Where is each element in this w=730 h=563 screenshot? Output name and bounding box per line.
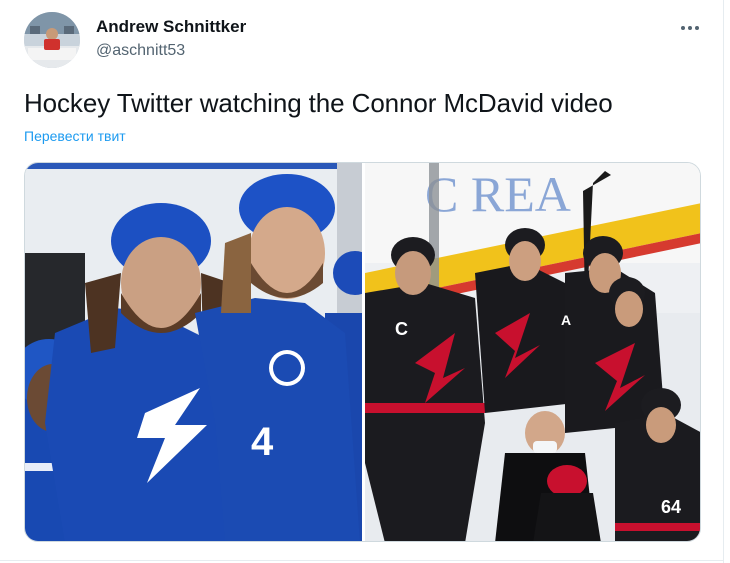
avatar-image [24, 12, 80, 68]
hurricanes-players-photo: C REA C A 64 [365, 163, 700, 541]
card-divider-right [723, 0, 724, 563]
avatar[interactable] [24, 12, 80, 68]
captain-letter: C [395, 319, 408, 339]
more-horizontal-icon [681, 26, 685, 30]
right-jersey-number: 64 [661, 497, 681, 517]
arena-board-text: C REA [425, 166, 571, 222]
more-options-button[interactable] [676, 16, 704, 40]
media-grid: 4 C REA C A 64 [24, 162, 701, 542]
tweet-card: Andrew Schnittker @aschnitt53 Hockey Twi… [0, 0, 730, 563]
author-display-name[interactable]: Andrew Schnittker [96, 17, 246, 37]
card-divider-bottom [0, 560, 724, 561]
alternate-letter: A [561, 312, 571, 328]
translate-tweet-link[interactable]: Перевести твит [24, 128, 126, 144]
left-jersey-number: 4 [251, 420, 274, 464]
media-photo-left[interactable]: 4 [25, 163, 362, 541]
media-photo-right[interactable]: C REA C A 64 [365, 163, 700, 541]
lightning-players-photo: 4 [25, 163, 362, 541]
more-horizontal-icon [695, 26, 699, 30]
more-horizontal-icon [688, 26, 692, 30]
author-handle[interactable]: @aschnitt53 [96, 42, 185, 60]
tweet-text: Hockey Twitter watching the Connor McDav… [24, 88, 613, 118]
